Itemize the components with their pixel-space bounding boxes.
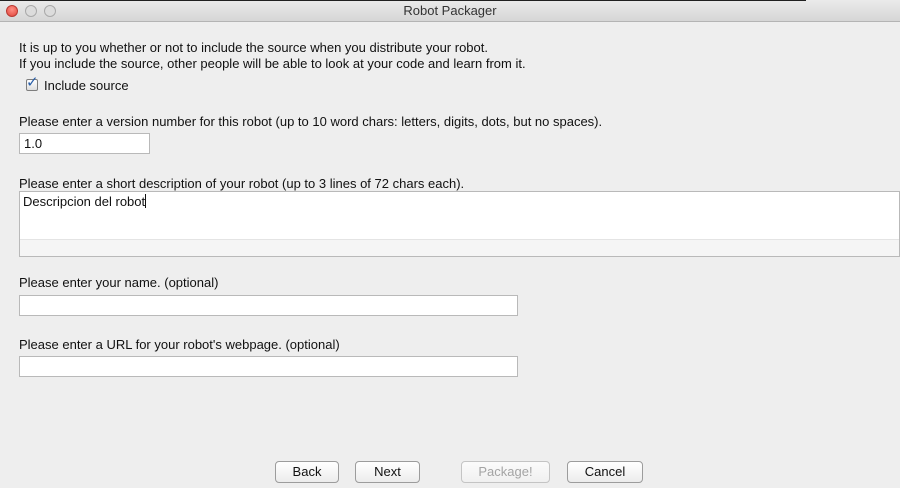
include-source-checkbox-row[interactable]: ✓ Include source bbox=[26, 75, 129, 93]
name-input[interactable] bbox=[19, 295, 518, 316]
title-bar[interactable]: Robot Packager bbox=[0, 0, 900, 22]
version-label: Please enter a version number for this r… bbox=[19, 114, 603, 129]
next-button[interactable]: Next bbox=[355, 461, 420, 483]
package-button[interactable]: Package! bbox=[461, 461, 550, 483]
url-input[interactable] bbox=[19, 356, 518, 377]
cancel-button[interactable]: Cancel bbox=[567, 461, 643, 483]
include-source-checkbox[interactable]: ✓ bbox=[26, 75, 39, 91]
version-input[interactable] bbox=[19, 133, 150, 154]
source-info-line-1: It is up to you whether or not to includ… bbox=[19, 40, 488, 55]
window-title: Robot Packager bbox=[403, 3, 497, 18]
description-textarea[interactable]: Descripcion del robot bbox=[19, 191, 900, 257]
robot-packager-window: Robot Packager It is up to you whether o… bbox=[0, 0, 900, 488]
name-label: Please enter your name. (optional) bbox=[19, 275, 219, 290]
back-button[interactable]: Back bbox=[275, 461, 339, 483]
description-label: Please enter a short description of your… bbox=[19, 176, 465, 191]
description-text-wrapper: Descripcion del robot bbox=[23, 194, 147, 210]
text-caret bbox=[145, 194, 147, 208]
description-scroll-area[interactable] bbox=[20, 239, 899, 256]
description-text: Descripcion del robot bbox=[23, 194, 146, 209]
include-source-label[interactable]: Include source bbox=[44, 78, 129, 93]
url-label: Please enter a URL for your robot's webp… bbox=[19, 337, 340, 352]
checkmark-icon: ✓ bbox=[26, 74, 39, 91]
source-info-line-2: If you include the source, other people … bbox=[19, 56, 526, 71]
